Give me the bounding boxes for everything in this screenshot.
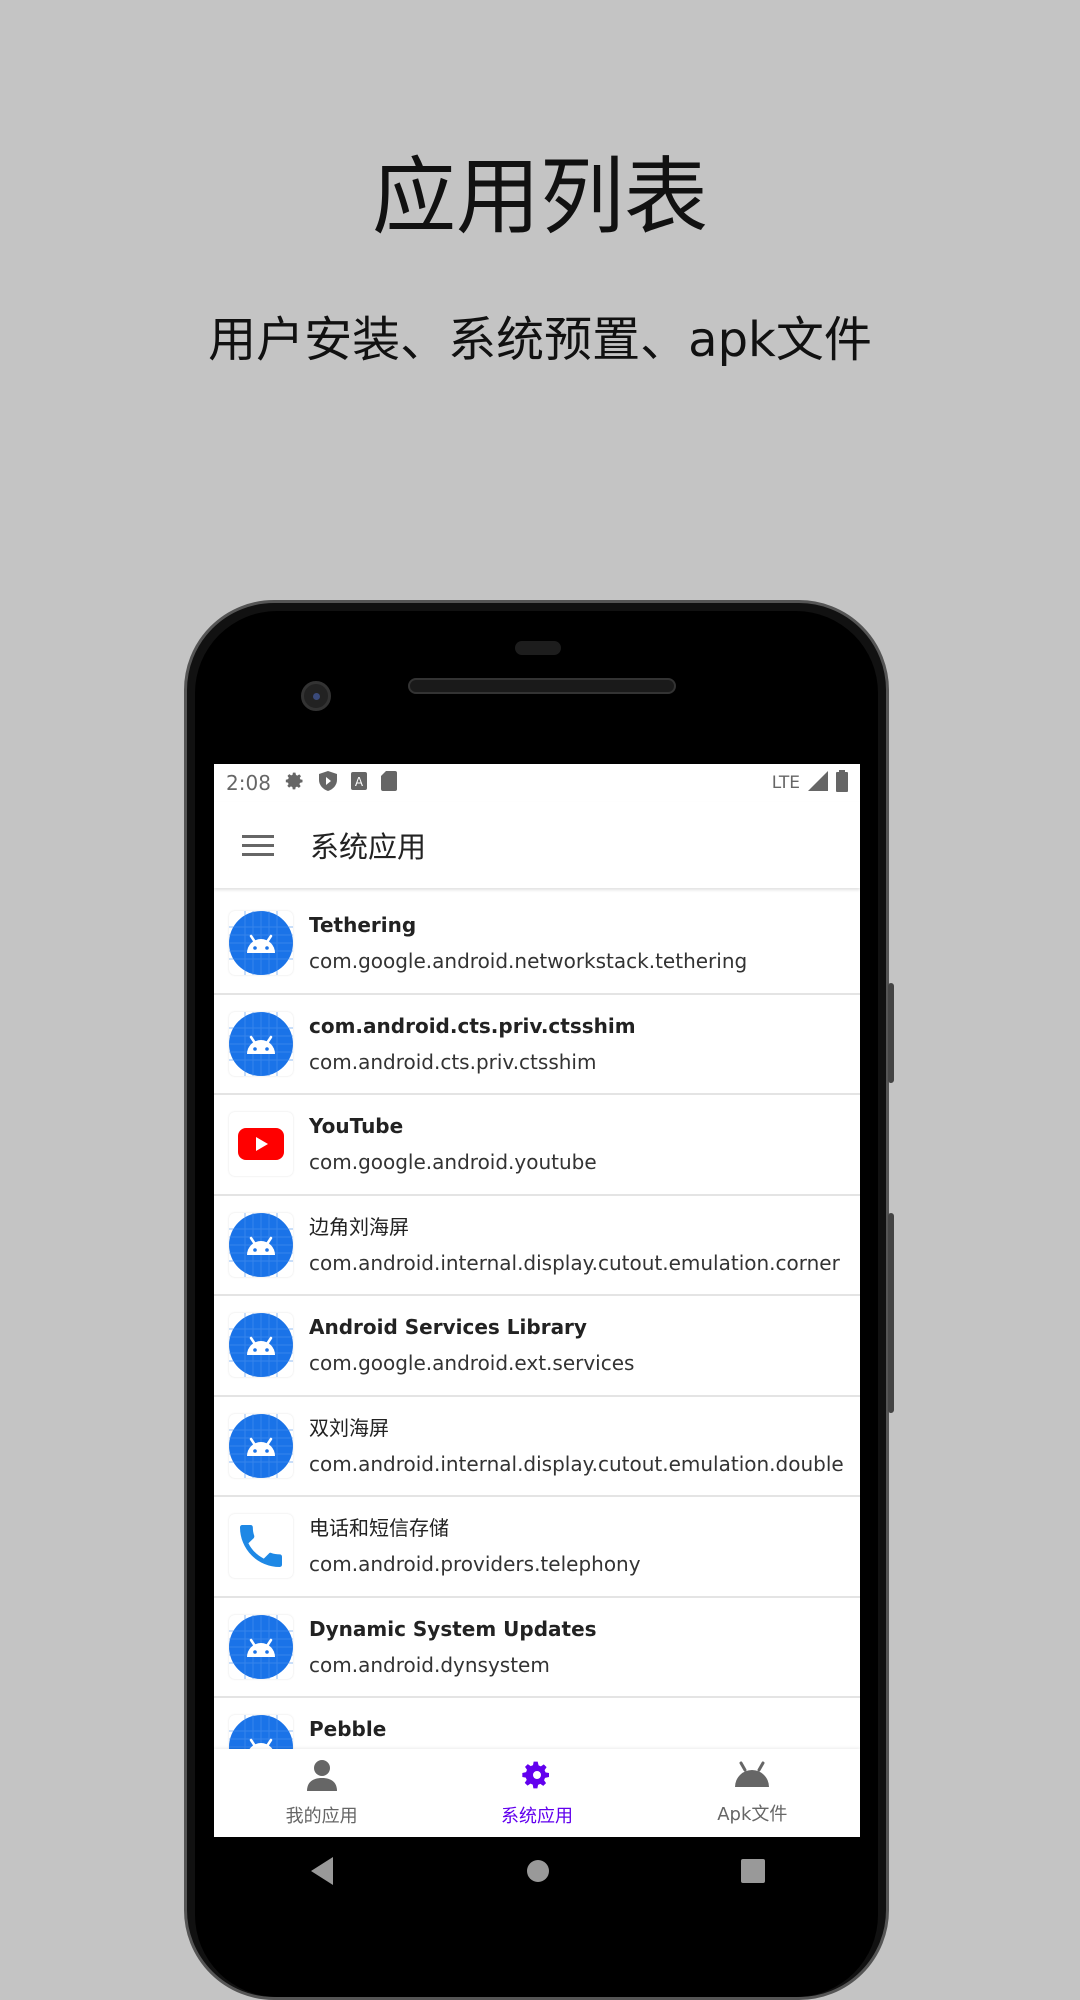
recents-button[interactable] bbox=[740, 1859, 765, 1887]
app-name: YouTube bbox=[309, 1114, 404, 1139]
app-list-item[interactable]: 双刘海屏 com.android.internal.display.cutout… bbox=[214, 1397, 860, 1497]
svg-text:A: A bbox=[355, 775, 364, 789]
home-button[interactable] bbox=[526, 1859, 550, 1887]
hero-subtitle: 用户安装、系统预置、apk文件 bbox=[208, 312, 872, 368]
android-app-icon bbox=[229, 1313, 293, 1378]
shield-play-icon bbox=[318, 770, 337, 796]
nav-tab-label: 我的应用 bbox=[285, 1805, 358, 1827]
app-package: com.android.internal.display.cutout.emul… bbox=[309, 1250, 840, 1275]
app-package: com.android.providers.telephony bbox=[309, 1552, 641, 1577]
gear-icon bbox=[285, 771, 305, 796]
toolbar-title: 系统应用 bbox=[310, 830, 427, 864]
nav-tab-label: 系统应用 bbox=[500, 1805, 573, 1827]
android-app-icon bbox=[229, 1413, 293, 1478]
volume-button bbox=[888, 983, 894, 1083]
menu-icon[interactable] bbox=[242, 834, 274, 856]
front-camera bbox=[301, 681, 331, 711]
android-app-icon bbox=[229, 1011, 293, 1076]
android-app-icon bbox=[229, 1614, 293, 1679]
app-list-item[interactable]: 电话和短信存储 com.android.providers.telephony bbox=[214, 1497, 860, 1598]
nav-tab-label: Apk文件 bbox=[717, 1803, 788, 1825]
android-icon bbox=[735, 1761, 770, 1800]
nav-tab-1[interactable]: 系统应用 bbox=[429, 1749, 644, 1837]
signal-icon bbox=[808, 770, 828, 796]
app-name: 电话和短信存储 bbox=[309, 1516, 449, 1541]
android-app-icon bbox=[229, 1212, 293, 1277]
app-list: Tethering com.google.android.networkstac… bbox=[214, 894, 860, 1799]
app-list-item[interactable]: 边角刘海屏 com.android.internal.display.cutou… bbox=[214, 1196, 860, 1296]
toolbar: 系统应用 bbox=[214, 802, 860, 888]
network-type: LTE bbox=[771, 773, 800, 793]
app-package: com.google.android.youtube bbox=[309, 1150, 597, 1175]
back-button[interactable] bbox=[309, 1857, 335, 1889]
phone-app-icon bbox=[229, 1514, 293, 1579]
app-list-item[interactable]: com.android.cts.priv.ctsshim com.android… bbox=[214, 995, 860, 1095]
nav-tab-2[interactable]: Apk文件 bbox=[645, 1749, 860, 1837]
app-package: com.android.cts.priv.ctsshim bbox=[309, 1049, 597, 1074]
phone-screen: 2:08 A LTE 系统应用 Tethering com.google.and… bbox=[214, 764, 860, 1837]
app-package: com.android.dynsystem bbox=[309, 1652, 550, 1677]
app-package: com.google.android.networkstack.tetherin… bbox=[309, 949, 748, 974]
nav-tab-0[interactable]: 我的应用 bbox=[214, 1749, 429, 1837]
app-name: com.android.cts.priv.ctsshim bbox=[309, 1013, 636, 1038]
sd-card-icon bbox=[380, 770, 397, 796]
android-app-icon bbox=[229, 911, 293, 976]
hero-title: 应用列表 bbox=[371, 148, 708, 246]
gear-icon bbox=[521, 1759, 553, 1802]
app-list-item[interactable]: Android Services Library com.google.andr… bbox=[214, 1296, 860, 1397]
youtube-app-icon bbox=[229, 1112, 293, 1177]
app-list-item[interactable]: Dynamic System Updates com.android.dynsy… bbox=[214, 1598, 860, 1698]
app-name: Tethering bbox=[309, 913, 417, 938]
status-bar: 2:08 A LTE bbox=[214, 764, 860, 802]
sensor bbox=[515, 641, 561, 655]
status-time: 2:08 bbox=[226, 771, 271, 795]
app-name: Dynamic System Updates bbox=[309, 1616, 597, 1641]
a-icon: A bbox=[350, 771, 367, 795]
person-icon bbox=[306, 1759, 337, 1802]
app-package: com.android.internal.display.cutout.emul… bbox=[309, 1451, 844, 1476]
battery-icon bbox=[836, 769, 848, 797]
app-name: Android Services Library bbox=[309, 1315, 587, 1340]
system-navigation-bar bbox=[214, 1850, 860, 1896]
speaker-grille bbox=[408, 678, 676, 694]
bottom-navigation: 我的应用 系统应用 Apk文件 bbox=[214, 1749, 860, 1837]
app-list-item[interactable]: YouTube com.google.android.youtube bbox=[214, 1095, 860, 1196]
app-name: 双刘海屏 bbox=[309, 1415, 389, 1440]
app-list-item[interactable]: Tethering com.google.android.networkstac… bbox=[214, 894, 860, 995]
app-package: com.google.android.ext.services bbox=[309, 1351, 635, 1376]
app-name: 边角刘海屏 bbox=[309, 1214, 409, 1239]
power-button bbox=[888, 1213, 894, 1413]
app-name: Pebble bbox=[309, 1717, 387, 1742]
